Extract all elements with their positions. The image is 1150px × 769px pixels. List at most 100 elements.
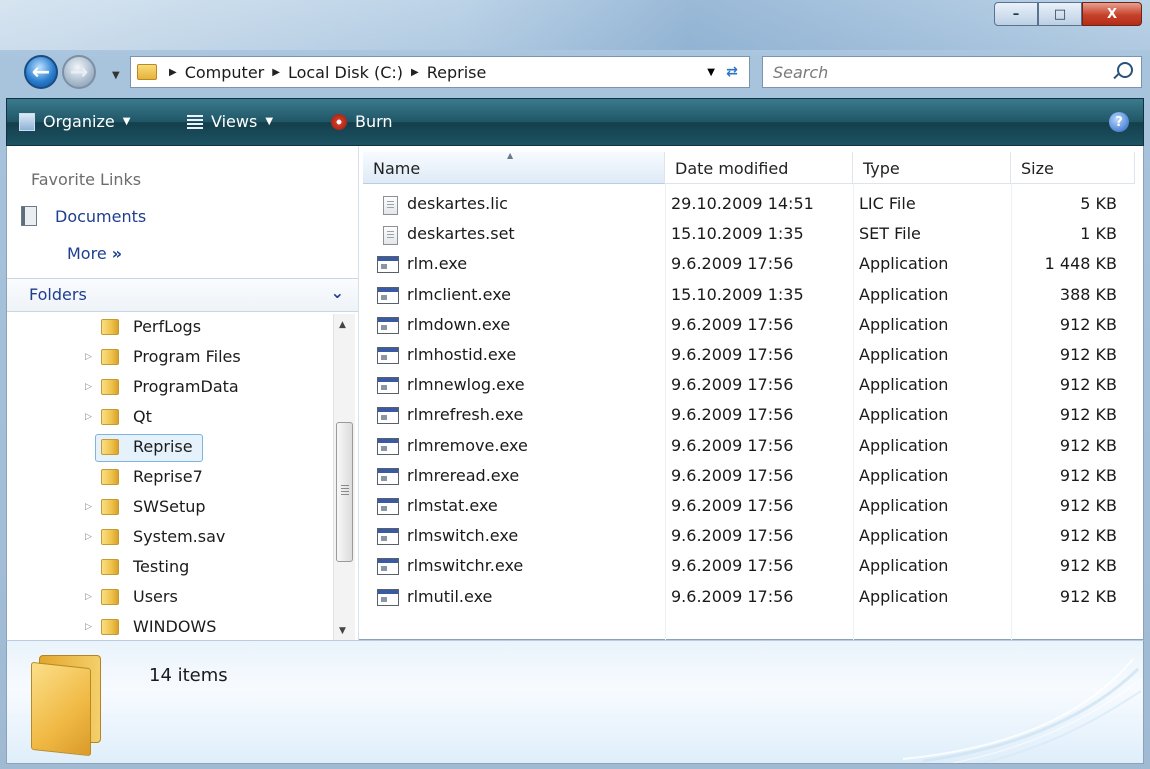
breadcrumb-computer[interactable]: Computer [185, 63, 265, 82]
close-button[interactable]: X [1082, 2, 1142, 26]
column-name-label: Name [373, 159, 421, 178]
breadcrumb-reprise[interactable]: Reprise [427, 63, 487, 82]
file-size: 912 KB [1059, 556, 1117, 576]
file-name: rlmutil.exe [407, 586, 493, 606]
favorite-links-title: Favorite Links [31, 170, 142, 189]
title-bar[interactable]: – □ X [0, 0, 1150, 50]
address-dropdown-icon[interactable]: ▼ [707, 67, 715, 78]
file-name: rlm.exe [407, 254, 468, 274]
breadcrumb-separator-icon[interactable]: ▶ [411, 67, 419, 78]
document-icon [383, 196, 398, 215]
file-date: 9.6.2009 17:56 [671, 435, 794, 455]
file-row[interactable]: rlmnewlog.exe 9.6.2009 17:56 Application 91… [363, 371, 1143, 401]
burn-button[interactable]: Burn [331, 112, 393, 131]
file-name: rlmnewlog.exe [407, 375, 525, 395]
scroll-up-icon[interactable]: ▲ [339, 320, 346, 330]
folder-tree-item[interactable]: ▷ System.sav [7, 524, 333, 552]
expand-icon[interactable]: ▷ [85, 352, 92, 362]
file-type: Application [859, 496, 949, 515]
back-button[interactable]: ← [24, 55, 58, 89]
folder-tree-item[interactable]: PerfLogs [7, 314, 333, 342]
column-header-name[interactable]: Name ▲ [363, 151, 665, 184]
search-icon[interactable] [1117, 62, 1133, 78]
details-pane: 14 items [6, 640, 1144, 764]
file-name: rlmremove.exe [407, 435, 528, 455]
file-row[interactable]: rlmrefresh.exe 9.6.2009 17:56 Application 9… [363, 401, 1143, 431]
file-size: 1 KB [1080, 224, 1117, 244]
folder-icon [101, 409, 119, 425]
folder-tree-item[interactable]: Reprise7 [7, 464, 333, 492]
burn-label: Burn [355, 112, 393, 131]
expand-icon[interactable]: ▷ [85, 592, 92, 602]
breadcrumb-separator-icon[interactable]: ▶ [169, 67, 177, 78]
scrollbar-thumb[interactable] [336, 422, 353, 562]
file-type: Application [859, 254, 949, 274]
more-links-button[interactable]: More » [67, 244, 122, 263]
column-header-type[interactable]: Type [853, 152, 1011, 184]
breadcrumb-separator-icon[interactable]: ▶ [272, 67, 280, 78]
folder-tree-label: WINDOWS [133, 617, 217, 636]
expand-icon[interactable]: ▷ [85, 622, 92, 632]
file-row[interactable]: rlmdown.exe 9.6.2009 17:56 Application 912 … [363, 311, 1143, 341]
folder-tree-item[interactable]: Testing [7, 554, 333, 582]
folder-tree-scrollbar[interactable]: ▲ ▼ [333, 314, 355, 640]
application-icon [377, 467, 399, 485]
breadcrumb-local-disk[interactable]: Local Disk (C:) [288, 63, 403, 82]
favorite-link-documents[interactable]: Documents [21, 206, 146, 226]
file-row[interactable]: rlmreread.exe 9.6.2009 17:56 Application 91… [363, 462, 1143, 492]
file-size: 912 KB [1059, 405, 1117, 425]
file-row[interactable]: deskartes.set 15.10.2009 1:35 SET File 1 KB [363, 220, 1143, 250]
forward-button[interactable]: → [62, 55, 96, 89]
folder-tree-item[interactable]: ▷ WINDOWS [7, 614, 333, 642]
file-type: Application [859, 345, 949, 364]
file-type: Application [859, 586, 949, 606]
help-icon[interactable]: ? [1109, 112, 1129, 132]
search-input[interactable]: Search [762, 56, 1142, 88]
file-row[interactable]: rlmclient.exe 15.10.2009 1:35 Application 3… [363, 281, 1143, 311]
expand-icon[interactable]: ▷ [85, 382, 92, 392]
folder-tree-item[interactable]: Reprise [7, 434, 333, 462]
address-bar[interactable]: ▶ Computer ▶ Local Disk (C:) ▶ Reprise ▼… [130, 56, 750, 88]
address-row: ← → ▼ ▶ Computer ▶ Local Disk (C:) ▶ Rep… [0, 52, 1150, 96]
file-row[interactable]: deskartes.lic 29.10.2009 14:51 LIC File 5 K… [363, 190, 1143, 220]
recent-pages-dropdown[interactable]: ▼ [112, 70, 120, 81]
file-row[interactable]: rlmstat.exe 9.6.2009 17:56 Application 912 … [363, 492, 1143, 522]
chevron-down-icon[interactable]: ⌄ [331, 283, 344, 302]
file-row[interactable]: rlmremove.exe 9.6.2009 17:56 Application 91… [363, 432, 1143, 462]
expand-icon[interactable]: ▷ [85, 532, 92, 542]
scroll-down-icon[interactable]: ▼ [339, 626, 346, 636]
file-date: 9.6.2009 17:56 [671, 375, 794, 395]
file-row[interactable]: rlmswitchr.exe 9.6.2009 17:56 Application 9… [363, 552, 1143, 582]
folders-header[interactable]: Folders ⌄ [7, 278, 358, 312]
folder-icon [101, 529, 119, 545]
folder-tree-item[interactable]: ▷ SWSetup [7, 494, 333, 522]
minimize-button[interactable]: – [994, 2, 1038, 26]
views-button[interactable]: Views ▼ [187, 112, 273, 131]
file-row[interactable]: rlmswitch.exe 9.6.2009 17:56 Application 91… [363, 522, 1143, 552]
folder-tree-item[interactable]: ▷ Users [7, 584, 333, 612]
column-header-size[interactable]: Size [1011, 152, 1135, 184]
folder-tree-item[interactable]: ▷ Qt [7, 404, 333, 432]
folder-tree-label: Qt [133, 407, 152, 426]
folder-tree-label: PerfLogs [133, 317, 202, 336]
column-header-date[interactable]: Date modified [665, 152, 853, 184]
file-date: 9.6.2009 17:56 [671, 254, 794, 274]
file-size: 912 KB [1059, 435, 1117, 455]
documents-label: Documents [55, 206, 147, 226]
file-size: 388 KB [1059, 284, 1117, 304]
refresh-icon[interactable]: ⇄ [719, 59, 745, 85]
file-size: 5 KB [1080, 194, 1117, 213]
maximize-button[interactable]: □ [1038, 2, 1082, 26]
folder-tree-item[interactable]: ▷ ProgramData [7, 374, 333, 402]
file-row[interactable]: rlmhostid.exe 9.6.2009 17:56 Application 91… [363, 341, 1143, 371]
expand-icon[interactable]: ▷ [85, 502, 92, 512]
chevron-down-icon: ▼ [265, 116, 274, 127]
folder-tree-item[interactable]: ▷ Program Files [7, 344, 333, 372]
column-type-label: Type [863, 159, 900, 178]
file-type: Application [859, 526, 949, 546]
file-size: 912 KB [1059, 496, 1117, 515]
file-row[interactable]: rlm.exe 9.6.2009 17:56 Application 1 448 KB [363, 250, 1143, 280]
organize-button[interactable]: Organize ▼ [19, 112, 130, 131]
expand-icon[interactable]: ▷ [85, 412, 92, 422]
file-row[interactable]: rlmutil.exe 9.6.2009 17:56 Application 912 … [363, 583, 1143, 613]
